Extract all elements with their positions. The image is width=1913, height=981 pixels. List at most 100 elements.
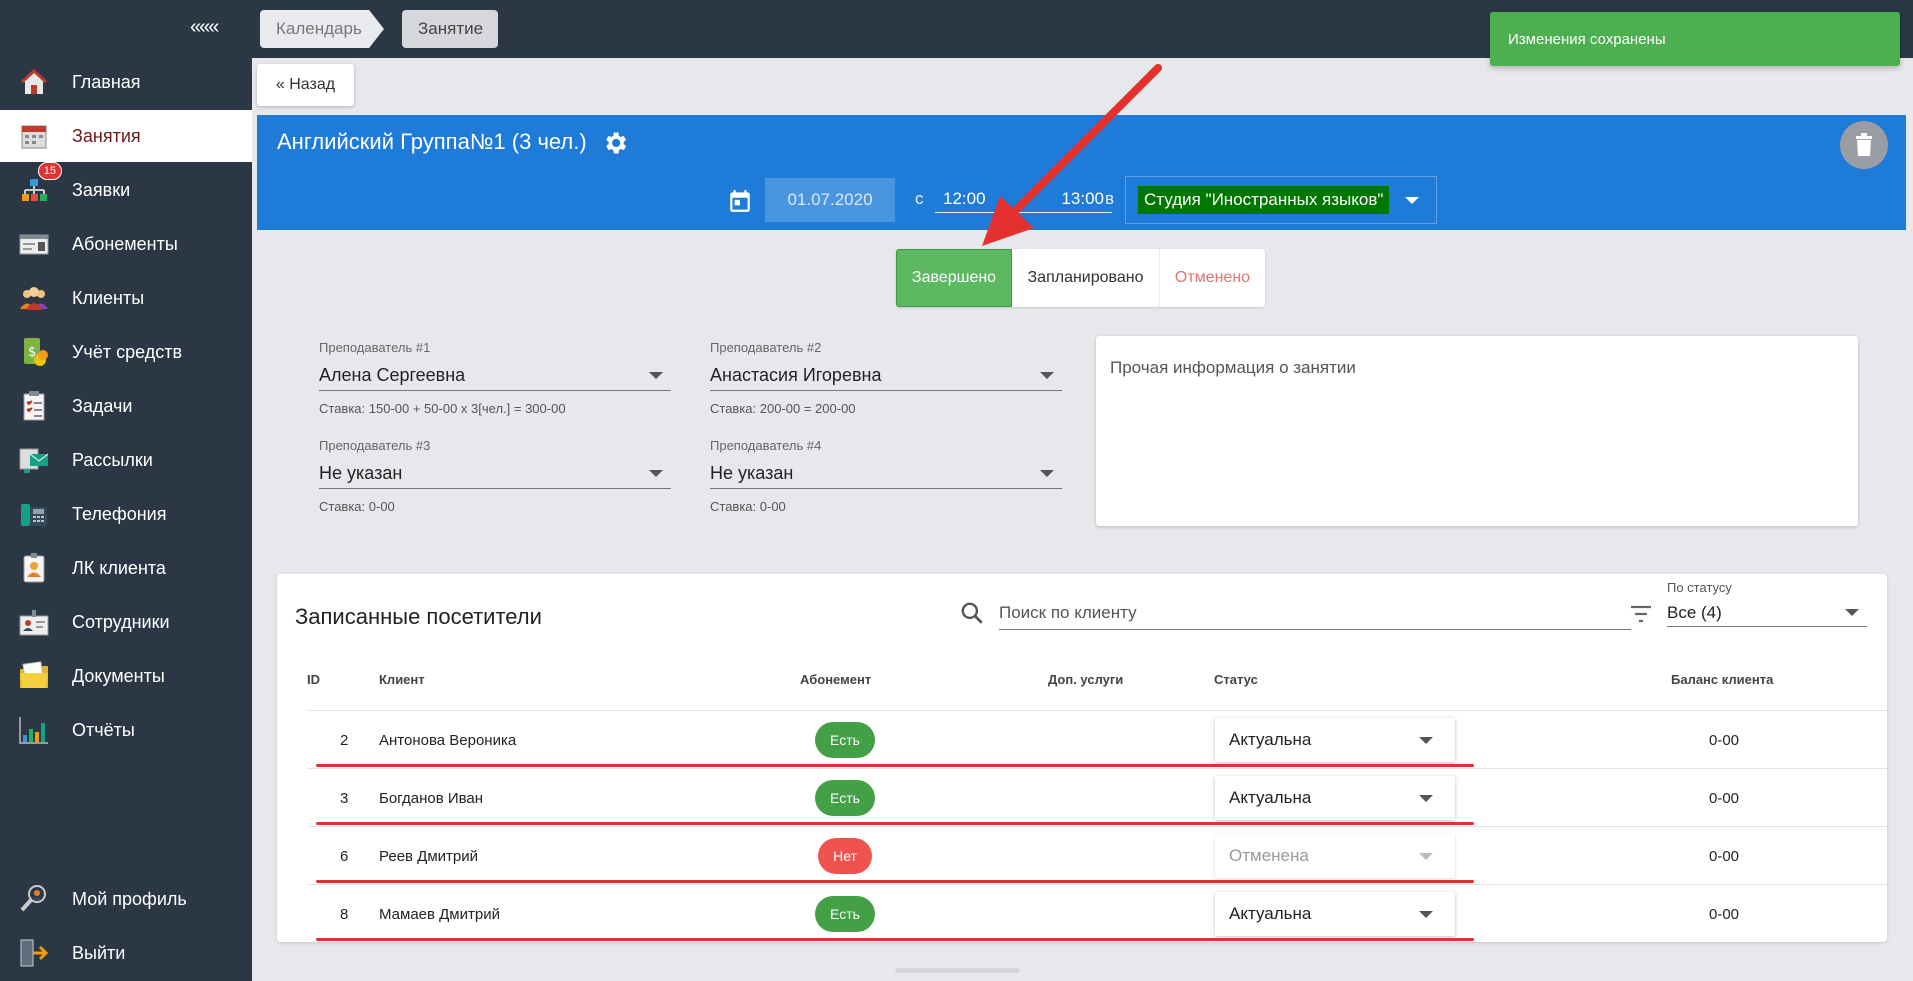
row-balance: 0-00 bbox=[1709, 731, 1740, 749]
sidebar-item-mailings[interactable]: Рассылки bbox=[0, 434, 252, 486]
teacher-rate: Ставка: 150-00 + 50-00 x 3[чел.] = 300-0… bbox=[319, 401, 566, 416]
sidebar-item-label: Задачи bbox=[72, 395, 133, 416]
attendance-status-select[interactable]: Актуальна bbox=[1215, 718, 1455, 762]
attendance-status-value: Актуальна bbox=[1229, 730, 1312, 749]
teacher-4-select[interactable]: Не указан bbox=[710, 459, 1062, 489]
row-client[interactable]: Реев Дмитрий bbox=[379, 827, 478, 885]
row-client[interactable]: Антонова Вероника bbox=[379, 711, 516, 769]
teacher-1-select[interactable]: Алена Сергеевна bbox=[319, 361, 671, 391]
sidebar-item-subscriptions[interactable]: Абонементы bbox=[0, 218, 252, 270]
attendance-status-select[interactable]: Отменена bbox=[1215, 834, 1455, 878]
calendar-icon[interactable] bbox=[727, 188, 753, 214]
teacher-value: Алена Сергеевна bbox=[319, 365, 466, 385]
sidebar-item-label: Выйти bbox=[72, 942, 126, 963]
table-row[interactable]: 2 Антонова Вероника Есть Актуальна 0-00 bbox=[307, 710, 1887, 768]
sidebar-item-label: Рассылки bbox=[72, 449, 153, 470]
client-cabinet-icon bbox=[16, 550, 52, 586]
breadcrumb-lesson[interactable]: Занятие bbox=[402, 10, 498, 48]
visitors-title: Записанные посетители bbox=[295, 604, 542, 629]
lesson-header: Английский Группа№1 (3 чел.) 01.07.2020 … bbox=[257, 115, 1906, 230]
teacher-label: Преподаватель #4 bbox=[710, 438, 822, 453]
sidebar-item-logout[interactable]: Выйти bbox=[0, 927, 252, 979]
row-balance: 0-00 bbox=[1709, 789, 1740, 807]
status-planned-button[interactable]: Запланировано bbox=[1012, 249, 1160, 307]
row-balance: 0-00 bbox=[1709, 847, 1740, 865]
sidebar-item-staff[interactable]: Сотрудники bbox=[0, 596, 252, 648]
sidebar-item-home[interactable]: Главная bbox=[0, 56, 252, 108]
sidebar-item-label: Учёт средств bbox=[72, 341, 183, 362]
sidebar-item-reports[interactable]: Отчёты bbox=[0, 704, 252, 756]
row-client[interactable]: Мамаев Дмитрий bbox=[379, 885, 500, 943]
home-icon bbox=[16, 64, 52, 100]
sidebar-item-tasks[interactable]: Задачи bbox=[0, 380, 252, 432]
logout-icon bbox=[16, 935, 52, 971]
delete-lesson-button[interactable] bbox=[1840, 121, 1888, 169]
sidebar-item-lessons[interactable]: Занятия bbox=[0, 110, 252, 162]
attendance-status-value: Актуальна bbox=[1229, 904, 1312, 923]
teacher-3: Преподаватель #3 Не указан Ставка: 0-00 bbox=[319, 438, 671, 514]
studio-select[interactable]: Студия "Иностранных языков" bbox=[1125, 176, 1437, 224]
chevron-down-icon bbox=[649, 372, 663, 379]
sidebar-item-finance[interactable]: $ Учёт средств bbox=[0, 326, 252, 378]
date-field[interactable]: 01.07.2020 bbox=[765, 178, 895, 222]
row-client[interactable]: Богданов Иван bbox=[379, 769, 483, 827]
tasks-icon bbox=[16, 388, 52, 424]
documents-icon bbox=[16, 658, 52, 694]
reports-icon bbox=[16, 712, 52, 748]
requests-count-badge: 15 bbox=[37, 162, 62, 180]
mailing-icon bbox=[16, 442, 52, 478]
back-button[interactable]: « Назад bbox=[257, 64, 354, 106]
sidebar-item-label: Главная bbox=[72, 71, 141, 92]
sidebar-item-label: Отчёты bbox=[72, 719, 135, 740]
teacher-rate: Ставка: 0-00 bbox=[710, 499, 786, 514]
column-header-extra-services: Доп. услуги bbox=[1048, 672, 1124, 687]
table-row[interactable]: 3 Богданов Иван Есть Актуальна 0-00 bbox=[307, 768, 1887, 826]
sidebar-item-my-profile[interactable]: Мой профиль bbox=[0, 873, 252, 925]
sidebar-item-label: Сотрудники bbox=[72, 611, 170, 632]
toast-saved: Изменения сохранены bbox=[1490, 12, 1900, 66]
client-search-input[interactable]: Поиск по клиенту bbox=[999, 596, 1631, 630]
profile-icon bbox=[16, 881, 52, 917]
annotation-underline bbox=[316, 938, 1474, 941]
table-row[interactable]: 6 Реев Дмитрий Нет Отменена 0-00 bbox=[307, 826, 1887, 884]
money-icon: $ bbox=[16, 334, 52, 370]
chevron-down-icon bbox=[1419, 736, 1433, 744]
sidebar-item-label: Мой профиль bbox=[72, 888, 187, 909]
column-header-balance: Баланс клиента bbox=[1671, 672, 1774, 687]
sidebar-item-client-cabinet[interactable]: ЛК клиента bbox=[0, 542, 252, 594]
chevron-down-icon bbox=[1419, 852, 1433, 860]
attendance-status-select[interactable]: Актуальна bbox=[1215, 892, 1455, 936]
sidebar-item-requests[interactable]: 15 Заявки bbox=[0, 162, 252, 216]
sidebar-item-telephony[interactable]: Телефония bbox=[0, 488, 252, 540]
lesson-notes-textarea[interactable]: Прочая информация о занятии bbox=[1096, 336, 1858, 526]
sidebar-item-label: Документы bbox=[72, 665, 165, 686]
lesson-title: Английский Группа№1 (3 чел.) bbox=[277, 129, 587, 154]
attendance-status-value: Актуальна bbox=[1229, 788, 1312, 807]
teacher-value: Анастасия Игоревна bbox=[710, 365, 882, 385]
attendance-status-value: Отменена bbox=[1229, 846, 1309, 865]
status-cancelled-button[interactable]: Отменено bbox=[1160, 249, 1265, 307]
subscription-card-icon bbox=[16, 226, 52, 262]
chevron-down-icon bbox=[1040, 372, 1054, 379]
sidebar-item-label: Телефония bbox=[72, 503, 167, 524]
time-to-field[interactable]: 13:00 bbox=[1037, 185, 1112, 213]
gear-icon[interactable] bbox=[601, 129, 629, 157]
filter-icon[interactable] bbox=[1629, 604, 1653, 624]
teacher-4: Преподаватель #4 Не указан Ставка: 0-00 bbox=[710, 438, 1062, 514]
scroll-indicator bbox=[895, 968, 1020, 973]
teacher-label: Преподаватель #3 bbox=[319, 438, 431, 453]
chevron-down-icon bbox=[649, 470, 663, 477]
attendance-status-select[interactable]: Актуальна bbox=[1215, 776, 1455, 820]
collapse-sidebar-button[interactable]: ««« bbox=[190, 16, 219, 39]
sidebar-item-clients[interactable]: Клиенты bbox=[0, 272, 252, 324]
table-row[interactable]: 8 Мамаев Дмитрий Есть Актуальна 0-00 bbox=[307, 884, 1887, 942]
teacher-value: Не указан bbox=[710, 463, 794, 483]
status-done-button[interactable]: Завершено bbox=[896, 249, 1012, 307]
teacher-2-select[interactable]: Анастасия Игоревна bbox=[710, 361, 1062, 391]
sidebar-item-documents[interactable]: Документы bbox=[0, 650, 252, 702]
breadcrumb-calendar[interactable]: Календарь bbox=[260, 10, 384, 48]
phone-icon bbox=[16, 496, 52, 532]
teacher-3-select[interactable]: Не указан bbox=[319, 459, 671, 489]
status-filter-select[interactable]: Все (4) bbox=[1667, 599, 1867, 627]
row-balance: 0-00 bbox=[1709, 905, 1740, 923]
